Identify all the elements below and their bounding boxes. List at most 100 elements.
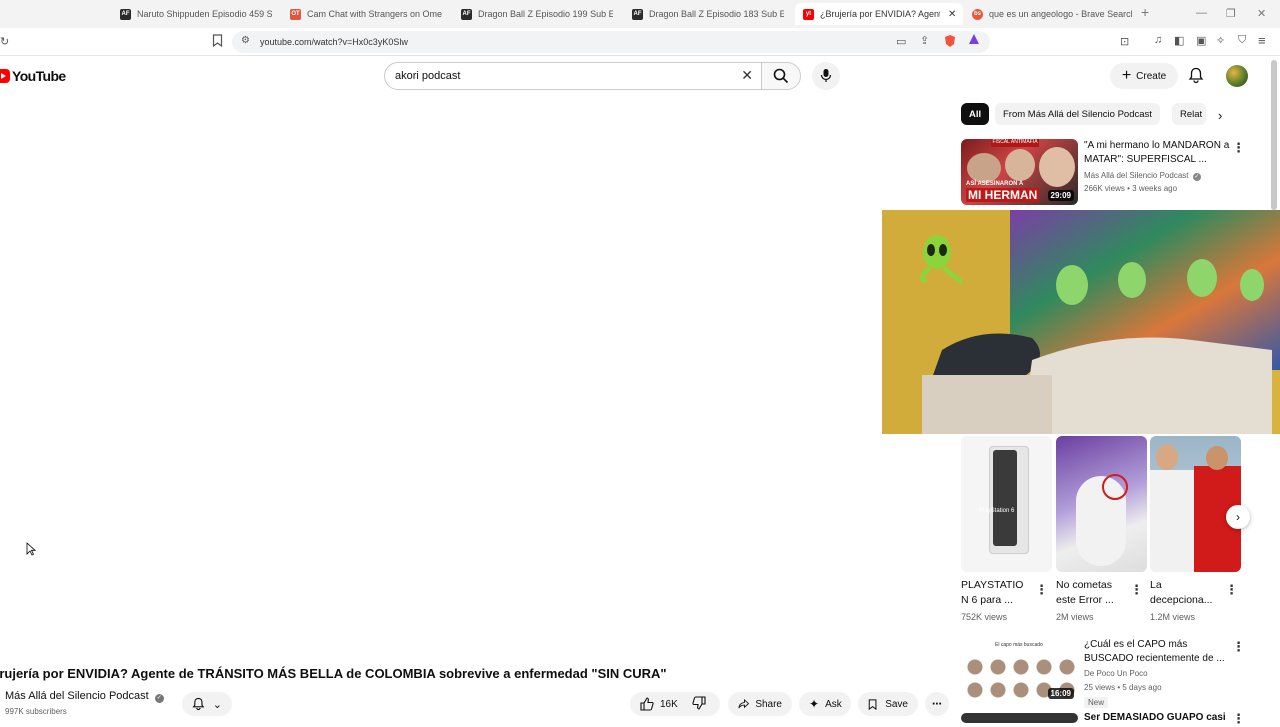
sidebar-icon[interactable]: ◧ [1174,34,1184,47]
url-text: youtube.com/watch?v=Hx0c3yK0Slw [260,37,408,47]
browser-tab[interactable]: bs que es un angeologo - Brave Search [972,3,1132,25]
chip-related[interactable]: Relat [1172,103,1206,125]
short-thumbnail[interactable] [1056,436,1147,572]
title-line: decepciona... [1150,594,1213,606]
more-options-icon[interactable]: ⋮ [1035,582,1048,598]
title-line: este Error ... [1056,594,1114,606]
share-button[interactable]: Share [728,692,792,716]
voice-search-button[interactable] [812,62,840,90]
clear-search-icon[interactable]: ✕ [741,67,753,84]
tab-close-icon[interactable]: ✕ [948,9,956,20]
bookmark-icon[interactable] [212,34,223,50]
maximize-icon[interactable]: ❐ [1226,7,1236,20]
account-avatar[interactable] [1226,65,1248,87]
short-title[interactable]: PLAYSTATIO N 6 para ... [961,578,1033,608]
browser-tab[interactable]: AF Dragon Ball Z Episodio 199 Sub Espa [461,3,613,25]
subscription-bell-button[interactable]: ⌄ [182,692,232,716]
site-info-icon[interactable]: ⚙ [241,35,250,46]
browser-tab-strip: AF Naruto Shippuden Episodio 459 Sub OT … [0,0,1280,28]
channel-name: Más Allá del Silencio Podcast [1084,171,1189,180]
related-video-title[interactable]: "A mi hermano lo MANDARON a MATAR": SUPE… [1084,139,1229,167]
cast-icon[interactable]: ▭ [896,35,906,48]
reload-icon[interactable]: ↻ [0,35,9,48]
create-label: Create [1136,70,1167,82]
new-badge: New [1084,697,1109,708]
more-options-icon[interactable]: ⋮ [1225,582,1238,598]
more-options-icon[interactable]: ⋮ [1232,140,1245,156]
plus-icon: + [1121,67,1132,84]
ask-label: Ask [825,698,842,710]
address-bar[interactable]: ⚙ youtube.com/watch?v=Hx0c3yK0Slw ▭ ⇪ [232,31,990,53]
tab-title: Cam Chat with Strangers on OmeTV [307,9,442,19]
related-video-title[interactable]: ¿Cuál es el CAPO más BUSCADO recientemen… [1084,638,1225,666]
logo-text: YouTube [12,68,66,84]
short-views: 752K views [961,612,1008,622]
search-button[interactable] [761,62,801,90]
title-line: BUSCADO recientemente de ... [1084,653,1225,664]
bell-icon [1188,67,1204,84]
window-close-icon[interactable]: ✕ [1257,7,1266,20]
wallet-icon[interactable]: ▣ [1196,34,1206,47]
more-options-icon[interactable]: ⋮ [1232,711,1245,727]
page-scrollbar[interactable] [1271,60,1277,210]
leo-ai-icon[interactable]: ✧ [1216,34,1225,47]
tab-title: Dragon Ball Z Episodio 183 Sub Espa [649,9,784,19]
brave-shields-icon[interactable] [944,34,956,51]
tab-title: ¿Brujería por ENVIDIA? Agente [820,9,940,19]
minimize-icon[interactable]: — [1196,7,1207,19]
tab-title: Naruto Shippuden Episodio 459 Sub [137,9,272,19]
related-video-thumbnail[interactable] [961,713,1078,723]
related-video-thumbnail[interactable]: FISCAL ANTIMAFIA ASÍ ASESINARON A MI HER… [961,139,1078,205]
notifications-button[interactable] [1188,67,1204,89]
dislike-button[interactable] [692,695,706,713]
youtube-favicon-icon: yt [803,8,814,20]
browser-tab[interactable]: AF Naruto Shippuden Episodio 459 Sub [120,3,272,25]
share-label: Share [755,698,782,710]
person-body [1150,470,1196,572]
browser-tab[interactable]: AF Dragon Ball Z Episodio 183 Sub Espa [632,3,784,25]
ask-button[interactable]: ✦ Ask [799,692,851,716]
video-frame-image [882,210,1280,434]
chip-all[interactable]: All [961,103,990,125]
related-video-meta: 266K views • 3 weeks ago [1084,184,1178,193]
thumbnail-face [1039,147,1075,187]
youtube-logo[interactable]: YouTube [0,68,66,84]
title-line: PLAYSTATIO [961,579,1024,591]
tab-favicon-icon: OT [290,8,301,20]
brave-rewards-icon[interactable] [968,33,980,48]
more-actions-button[interactable]: ⋯ [925,692,949,716]
search-input[interactable]: akori podcast ✕ [384,62,762,90]
media-icon[interactable]: ♫ [1154,34,1162,46]
browser-tab-active[interactable]: yt ¿Brujería por ENVIDIA? Agente ✕ [795,3,963,25]
short-thumbnail[interactable]: PlayStation 6 [961,436,1052,572]
save-button[interactable]: Save [858,692,918,716]
more-options-icon[interactable]: ⋮ [1130,582,1143,598]
create-button[interactable]: + Create [1110,63,1178,89]
related-video-thumbnail[interactable]: El capo más buscado 16:09 [961,639,1078,703]
duration-badge: 29:09 [1047,190,1074,201]
shorts-next-button[interactable]: › [1226,505,1250,529]
duration-badge: 16:09 [1047,688,1074,699]
chips-next-icon[interactable]: › [1218,108,1222,123]
channel-name[interactable]: Más Allá del Silencio Podcast ✓ [5,690,164,703]
like-button[interactable]: 16K [640,697,678,711]
short-title[interactable]: No cometas este Error ... [1056,578,1128,608]
menu-icon[interactable]: ≡ [1258,33,1266,48]
more-horizontal-icon: ⋯ [932,698,942,710]
extensions-icon[interactable]: ⊡ [1120,35,1129,48]
short-title[interactable]: La decepciona... [1150,578,1222,608]
share-page-icon[interactable]: ⇪ [920,34,929,47]
short-thumbnail[interactable] [1150,436,1241,572]
related-video-channel[interactable]: Más Allá del Silencio Podcast ✓ [1084,171,1201,181]
new-tab-icon[interactable]: + [1141,4,1149,20]
video-title: ¿Brujería por ENVIDIA? Agente de TRÁNSIT… [0,666,667,681]
more-options-icon[interactable]: ⋮ [1232,639,1245,655]
tab-favicon-icon: AF [632,8,643,20]
related-video-channel[interactable]: De Poco Un Poco [1084,669,1148,678]
title-line: La [1150,579,1162,591]
vpn-icon[interactable]: ⛉ [1238,34,1246,47]
mini-player-video[interactable] [882,210,1280,434]
related-video-title[interactable]: Ser DEMASIADO GUAPO casi [1084,711,1226,725]
browser-tab[interactable]: OT Cam Chat with Strangers on OmeTV [290,3,442,25]
chip-from-channel[interactable]: From Más Allá del Silencio Podcast [995,103,1160,125]
